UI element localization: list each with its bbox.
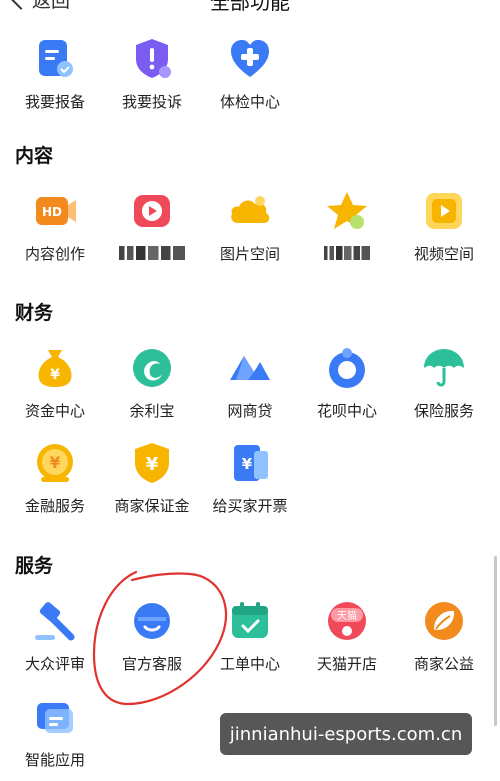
invoice-icon: ¥	[234, 445, 268, 481]
grid-item-label: 我要投诉	[121, 93, 182, 111]
grid-item-label: 体检中心	[219, 93, 280, 111]
grid-item-merchant-charity[interactable]: 商家公益	[396, 597, 492, 683]
grid-item-mybank-loan[interactable]: 网商贷	[202, 344, 298, 430]
calendar-check-icon	[232, 602, 268, 638]
grid-item-label: 大众评审	[24, 655, 85, 673]
play-tv-icon	[134, 195, 170, 227]
grid-item-yulibao[interactable]: 余利宝	[104, 344, 200, 430]
svg-text:HD: HD	[42, 205, 62, 219]
grid-item-label: 智能应用	[24, 751, 85, 769]
svg-text:¥: ¥	[49, 453, 60, 472]
scrollbar[interactable]	[494, 556, 497, 726]
tmall-badge-text: 天猫	[337, 609, 357, 622]
grid-item-content-create[interactable]: HD 内容创作	[7, 187, 103, 273]
grid-item-blurred[interactable]	[104, 187, 200, 273]
grid-item-report[interactable]: 我要报备	[7, 35, 103, 121]
video-play-icon	[426, 193, 462, 229]
grid-item-label: 保险服务	[413, 402, 474, 420]
section-title-service: 服务	[15, 555, 54, 577]
svg-text:¥: ¥	[242, 455, 253, 473]
grid-item-insurance[interactable]: 保险服务	[396, 344, 492, 430]
smart-app-icon	[37, 703, 73, 733]
coin-icon: ¥	[37, 444, 73, 482]
grid-item-label: 视频空间	[413, 245, 474, 263]
grid-item-label: 资金中心	[24, 402, 85, 420]
hd-video-icon: HD	[36, 197, 76, 225]
grid-item-video-space[interactable]: 视频空间	[396, 187, 492, 273]
grid-item-huabei[interactable]: 花呗中心	[299, 344, 395, 430]
report-doc-icon	[39, 40, 73, 77]
grid-item-public-review[interactable]: 大众评审	[7, 597, 103, 683]
grid-item-label: 内容创作	[24, 245, 85, 263]
grid-item-financial-service[interactable]: ¥ 金融服务	[7, 439, 103, 525]
grid-item-image-space[interactable]: 图片空间	[202, 187, 298, 273]
section-title-content: 内容	[15, 145, 54, 167]
mybank-loan-icon	[230, 356, 270, 380]
watermark-text: jinnianhui-esports.com.cn	[220, 713, 472, 755]
grid-item-merchant-deposit[interactable]: ¥ 商家保证金	[104, 439, 200, 525]
grid-item-label: 商家公益	[413, 655, 474, 673]
grid-item-invoice[interactable]: ¥ 给买家开票	[202, 439, 298, 525]
grid-item-tmall-open[interactable]: 天猫 天猫开店	[299, 597, 395, 683]
star-badge-icon	[327, 192, 367, 229]
cloud-image-icon	[231, 196, 270, 223]
leaf-charity-icon	[425, 602, 463, 640]
yuan-shield-icon: ¥	[135, 443, 169, 483]
red-circle-annotation	[92, 570, 228, 706]
grid-item-fund-center[interactable]: ¥ 资金中心	[7, 344, 103, 430]
grid-item-label: 商家保证金	[114, 497, 190, 515]
grid-item-label-blurred	[299, 243, 395, 261]
tmall-icon: 天猫	[328, 602, 366, 640]
top-bar: 返回 全部功能	[0, 0, 500, 22]
grid-item-health[interactable]: 体检中心	[202, 35, 298, 121]
yulibao-icon	[133, 349, 171, 387]
page-title: 全部功能	[210, 0, 290, 14]
redacted-text	[119, 245, 185, 260]
health-check-icon	[231, 40, 269, 77]
grid-item-label: 网商贷	[227, 402, 273, 420]
grid-item-smart-app[interactable]: 智能应用	[7, 693, 103, 779]
grid-item-complaint[interactable]: 我要投诉	[104, 35, 200, 121]
umbrella-icon	[424, 349, 464, 387]
grid-item-label: 给买家开票	[212, 497, 288, 515]
svg-text:¥: ¥	[50, 367, 60, 383]
svg-text:¥: ¥	[146, 454, 159, 475]
gavel-icon	[35, 602, 75, 641]
money-bag-icon: ¥	[38, 350, 72, 387]
grid-item-label: 金融服务	[24, 497, 85, 515]
grid-item-label-blurred	[104, 243, 200, 261]
grid-item-label: 天猫开店	[316, 655, 377, 673]
grid-item-label: 图片空间	[219, 245, 280, 263]
grid-item-label: 花呗中心	[316, 402, 377, 420]
redacted-text	[324, 245, 370, 260]
huabei-icon	[329, 348, 365, 388]
section-title-finance: 财务	[15, 302, 54, 324]
grid-item-blurred-2[interactable]	[299, 187, 395, 273]
grid-item-label: 我要报备	[24, 93, 85, 111]
grid-item-label: 余利宝	[129, 402, 175, 420]
complaint-shield-icon	[136, 39, 171, 78]
